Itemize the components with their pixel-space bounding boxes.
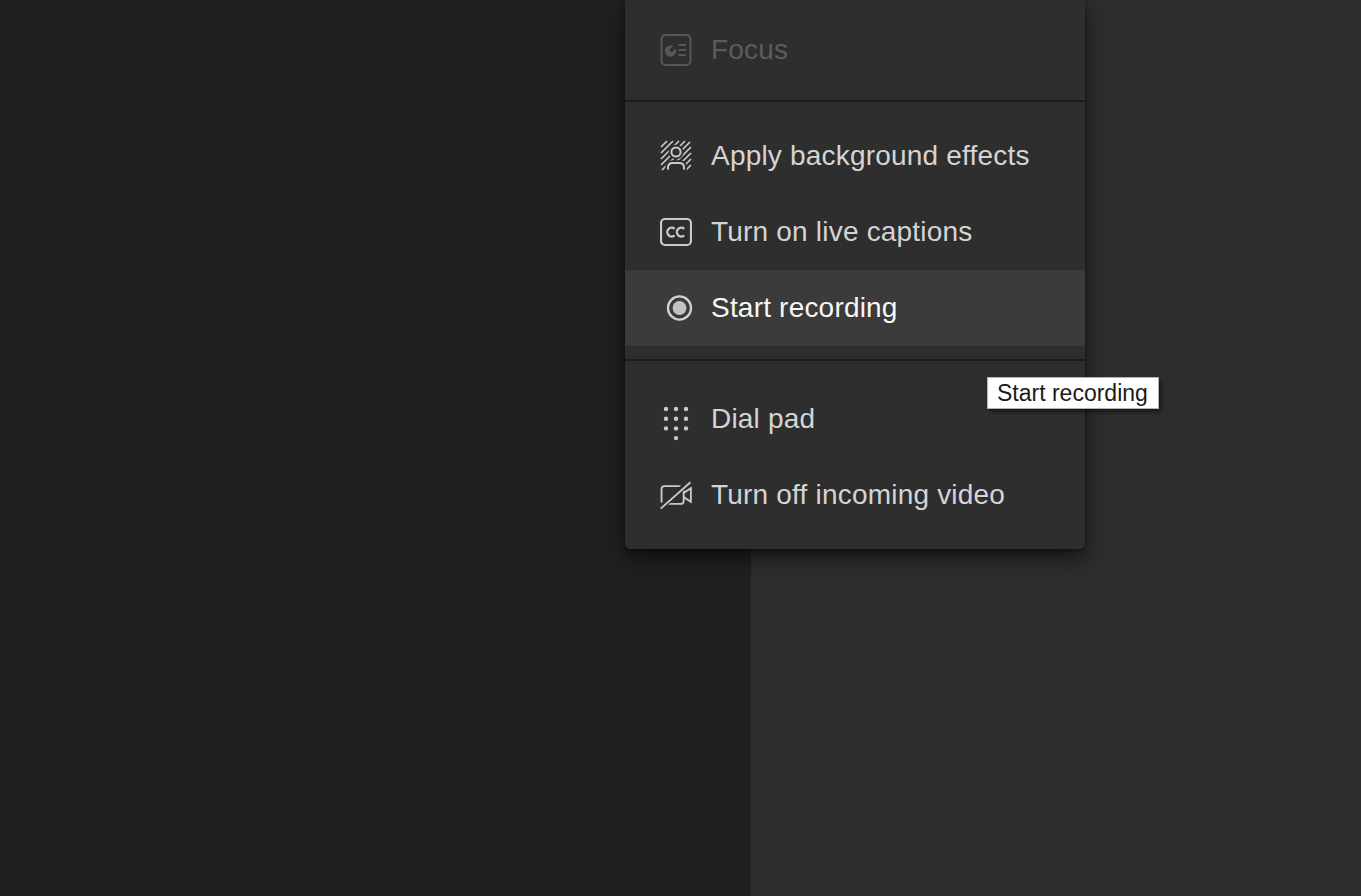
video-off-icon — [659, 476, 693, 514]
tooltip-text: Start recording — [997, 380, 1148, 406]
menu-item-focus[interactable]: Focus — [625, 12, 1085, 88]
menu-item-apply-background-effects[interactable]: Apply background effects — [625, 118, 1085, 194]
background-effects-icon — [659, 140, 693, 172]
more-actions-menu: Focus — [625, 0, 1085, 549]
live-captions-icon — [659, 216, 693, 248]
menu-item-label: Focus — [711, 34, 788, 66]
dial-pad-icon — [659, 397, 693, 441]
menu-item-turn-off-incoming-video[interactable]: Turn off incoming video — [625, 457, 1085, 533]
menu-item-label: Dial pad — [711, 403, 815, 435]
record-icon — [659, 290, 693, 326]
menu-item-label: Turn off incoming video — [711, 479, 1005, 511]
focus-icon — [659, 34, 693, 66]
menu-item-label: Apply background effects — [711, 140, 1030, 172]
menu-group-meeting-actions: Apply background effects Turn on live ca… — [625, 102, 1085, 359]
menu-item-label: Turn on live captions — [711, 216, 973, 248]
menu-item-start-recording[interactable]: Start recording — [625, 270, 1085, 346]
menu-group-focus: Focus — [625, 0, 1085, 100]
start-recording-tooltip: Start recording — [987, 377, 1159, 409]
menu-item-label: Start recording — [711, 292, 898, 324]
menu-item-turn-on-live-captions[interactable]: Turn on live captions — [625, 194, 1085, 270]
